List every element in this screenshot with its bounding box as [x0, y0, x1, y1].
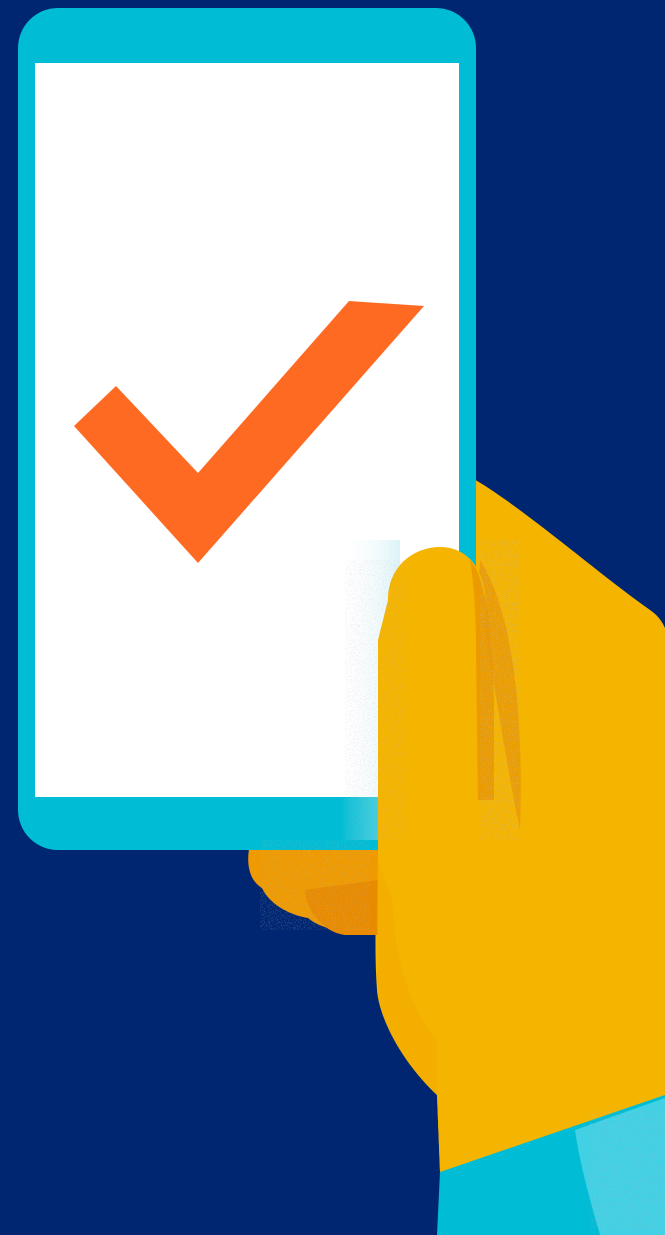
illustration-scene: [0, 0, 665, 1235]
illustration-svg: [0, 0, 665, 1235]
